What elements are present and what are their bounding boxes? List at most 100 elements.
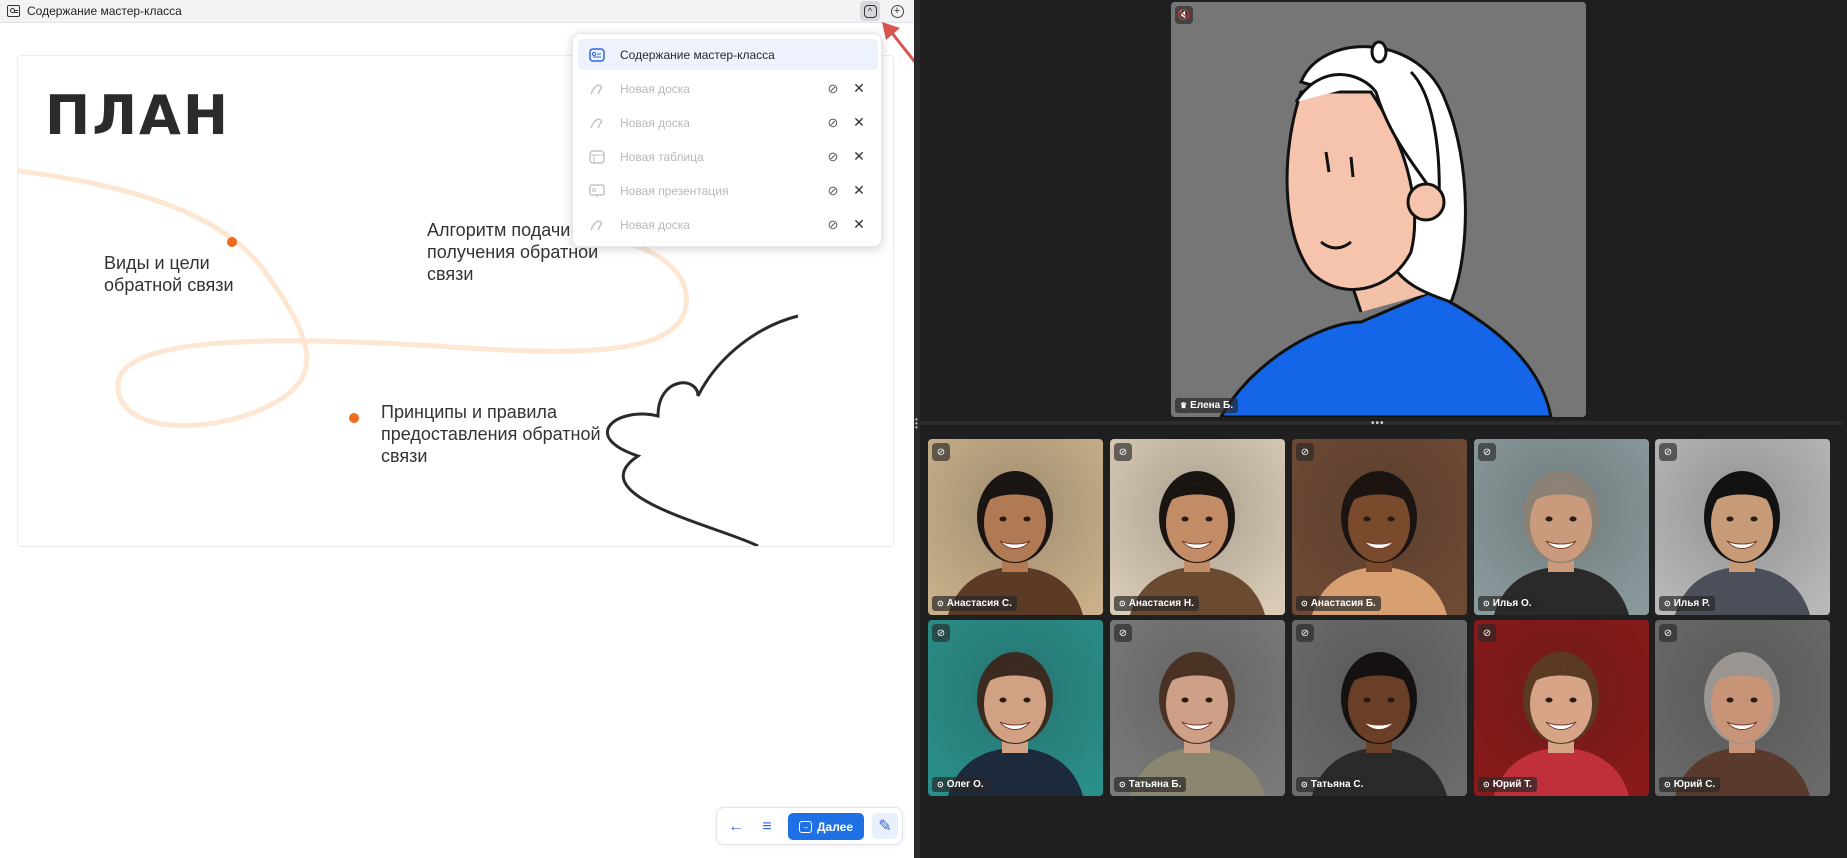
dropdown-item-label: Новая доска (620, 217, 690, 232)
dropdown-item-label: Новая доска (620, 115, 690, 130)
bullet-dot (349, 413, 359, 423)
dropdown-item-label: Новая презентация (620, 183, 729, 198)
dropdown-item[interactable]: Новая доска ⊘ ✕ (578, 209, 878, 240)
dropdown-item-label: Содержание мастер-класса (620, 47, 775, 62)
participant-photo (1474, 439, 1649, 615)
participant-tile[interactable]: ⊘ ⊙ Олег О. (928, 620, 1103, 796)
participant-name-tag: ♛ Елена Б. (1175, 398, 1238, 413)
mute-indicator-icon: ⊘ (1296, 624, 1314, 642)
hide-icon[interactable]: ⊘ (824, 114, 842, 132)
crown-icon: ♛ (1180, 401, 1188, 410)
camera-off-icon: ⊙ (1119, 599, 1126, 608)
panel-header: Содержание мастер-класса ^ + (0, 0, 914, 23)
splitter-handle-icon[interactable]: ••• (1371, 419, 1385, 429)
participant-name: Татьяна С. (1310, 779, 1364, 790)
participant-tile[interactable]: ⊘ ⊙ Анастасия Н. (1110, 439, 1285, 615)
table-icon (588, 149, 606, 165)
participant-tile[interactable]: ⊘ ⊙ Юрий Т. (1474, 620, 1649, 796)
participant-name-tag: ⊙ Анастасия С. (932, 596, 1017, 611)
camera-off-icon: ⊙ (1119, 780, 1126, 789)
participant-tile[interactable]: ⊘ ⊙ Илья Р. (1655, 439, 1830, 615)
participant-photo (1110, 439, 1285, 615)
participant-name-tag: ⊙ Илья Р. (1659, 596, 1715, 611)
participant-name: Илья Р. (1673, 598, 1710, 609)
mute-indicator-icon: ⊘ (1659, 443, 1677, 461)
slide-list-button[interactable]: ≡ (756, 817, 778, 837)
participant-photo (928, 439, 1103, 615)
hide-icon[interactable]: ⊘ (824, 148, 842, 166)
annotate-button[interactable]: ✎ (872, 813, 898, 839)
participant-tile[interactable]: ⊘ ⊙ Юрий С. (1655, 620, 1830, 796)
participant-name-tag: ⊙ Анастасия Б. (1296, 596, 1381, 611)
participant-name-tag: ⊙ Татьяна Б. (1114, 777, 1187, 792)
camera-off-icon: ⊙ (1483, 599, 1490, 608)
participant-tile[interactable]: ⊘ ⊙ Илья О. (1474, 439, 1649, 615)
participant-name-tag: ⊙ Илья О. (1478, 596, 1537, 611)
participant-photo (1110, 620, 1285, 796)
camera-off-icon: ⊙ (1483, 780, 1490, 789)
hide-icon[interactable]: ⊘ (824, 80, 842, 98)
participant-name: Анастасия Н. (1128, 598, 1194, 609)
close-icon[interactable]: ✕ (850, 216, 868, 234)
participant-name: Елена Б. (1190, 400, 1233, 411)
participant-name: Юрий С. (1673, 779, 1716, 790)
participant-name-tag: ⊙ Олег О. (932, 777, 989, 792)
camera-off-icon: ⊙ (937, 780, 944, 789)
mute-indicator-icon: ⊘ (1296, 443, 1314, 461)
splitter-handle-icon[interactable]: ••• (915, 416, 919, 432)
content-dropdown: Содержание мастер-класса Новая доска ⊘ ✕… (572, 33, 882, 247)
participant-name-tag: ⊙ Татьяна С. (1296, 777, 1369, 792)
participant-tile[interactable]: ⊘ ⊙ Татьяна Б. (1110, 620, 1285, 796)
dropdown-item-label: Новая доска (620, 81, 690, 96)
participant-name: Олег О. (946, 779, 984, 790)
mute-indicator-icon: ⊘ (932, 624, 950, 642)
camera-off-icon: ⊙ (1301, 780, 1308, 789)
camera-off-icon: ⊙ (937, 599, 944, 608)
speaker-video[interactable]: 🔇 ♛ Елена Б. (1171, 2, 1586, 417)
add-content-button[interactable]: + (887, 1, 907, 21)
dropdown-item[interactable]: Новая таблица ⊘ ✕ (578, 141, 878, 172)
participant-name-tag: ⊙ Юрий С. (1659, 777, 1721, 792)
camera-off-icon: ⊙ (1664, 780, 1671, 789)
camera-off-icon: ⊙ (1301, 599, 1308, 608)
slide-item-3: Принципы и правила предоставления обратн… (381, 402, 601, 466)
mute-indicator-icon: ⊘ (1659, 624, 1677, 642)
participant-photo (928, 620, 1103, 796)
presentation-icon (7, 5, 20, 17)
participant-name: Анастасия Б. (1310, 598, 1376, 609)
participant-photo (1292, 439, 1467, 615)
participant-photo (1292, 620, 1467, 796)
close-icon[interactable]: ✕ (850, 80, 868, 98)
hide-icon[interactable]: ⊘ (824, 216, 842, 234)
next-button[interactable]: → Далее (788, 813, 864, 840)
collapse-button[interactable]: ^ (860, 1, 880, 21)
participant-name-tag: ⊙ Юрий Т. (1478, 777, 1537, 792)
close-icon[interactable]: ✕ (850, 182, 868, 200)
chevron-up-icon: ^ (863, 4, 877, 18)
participant-photo (1655, 620, 1830, 796)
close-icon[interactable]: ✕ (850, 114, 868, 132)
participant-tile[interactable]: ⊘ ⊙ Анастасия Б. (1292, 439, 1467, 615)
plus-icon: + (890, 4, 904, 18)
close-icon[interactable]: ✕ (850, 148, 868, 166)
dropdown-item[interactable]: Новая доска ⊘ ✕ (578, 73, 878, 104)
mute-indicator-icon: ⊘ (1478, 624, 1496, 642)
dropdown-item[interactable]: Новая доска ⊘ ✕ (578, 107, 878, 138)
prev-slide-button[interactable]: ← (725, 817, 747, 837)
dropdown-item[interactable]: Содержание мастер-класса (578, 39, 878, 70)
mute-indicator-icon: 🔇 (1175, 6, 1193, 24)
participant-name: Юрий Т. (1492, 779, 1532, 790)
slide-title: ПЛАН (45, 84, 231, 147)
hide-icon[interactable]: ⊘ (824, 182, 842, 200)
participant-tile[interactable]: ⊘ ⊙ Анастасия С. (928, 439, 1103, 615)
speaker-avatar (1171, 2, 1586, 417)
participant-name: Анастасия С. (946, 598, 1012, 609)
participant-photo (1474, 620, 1649, 796)
whiteboard-icon (588, 81, 606, 97)
presentation-panel: Содержание мастер-класса ^ + ПЛАН Виды и… (0, 0, 928, 858)
participant-name-tag: ⊙ Анастасия Н. (1114, 596, 1199, 611)
slide-controls: ← ≡ → Далее ✎ (716, 807, 903, 845)
whiteboard-icon (588, 217, 606, 233)
dropdown-item[interactable]: Новая презентация ⊘ ✕ (578, 175, 878, 206)
participant-tile[interactable]: ⊘ ⊙ Татьяна С. (1292, 620, 1467, 796)
